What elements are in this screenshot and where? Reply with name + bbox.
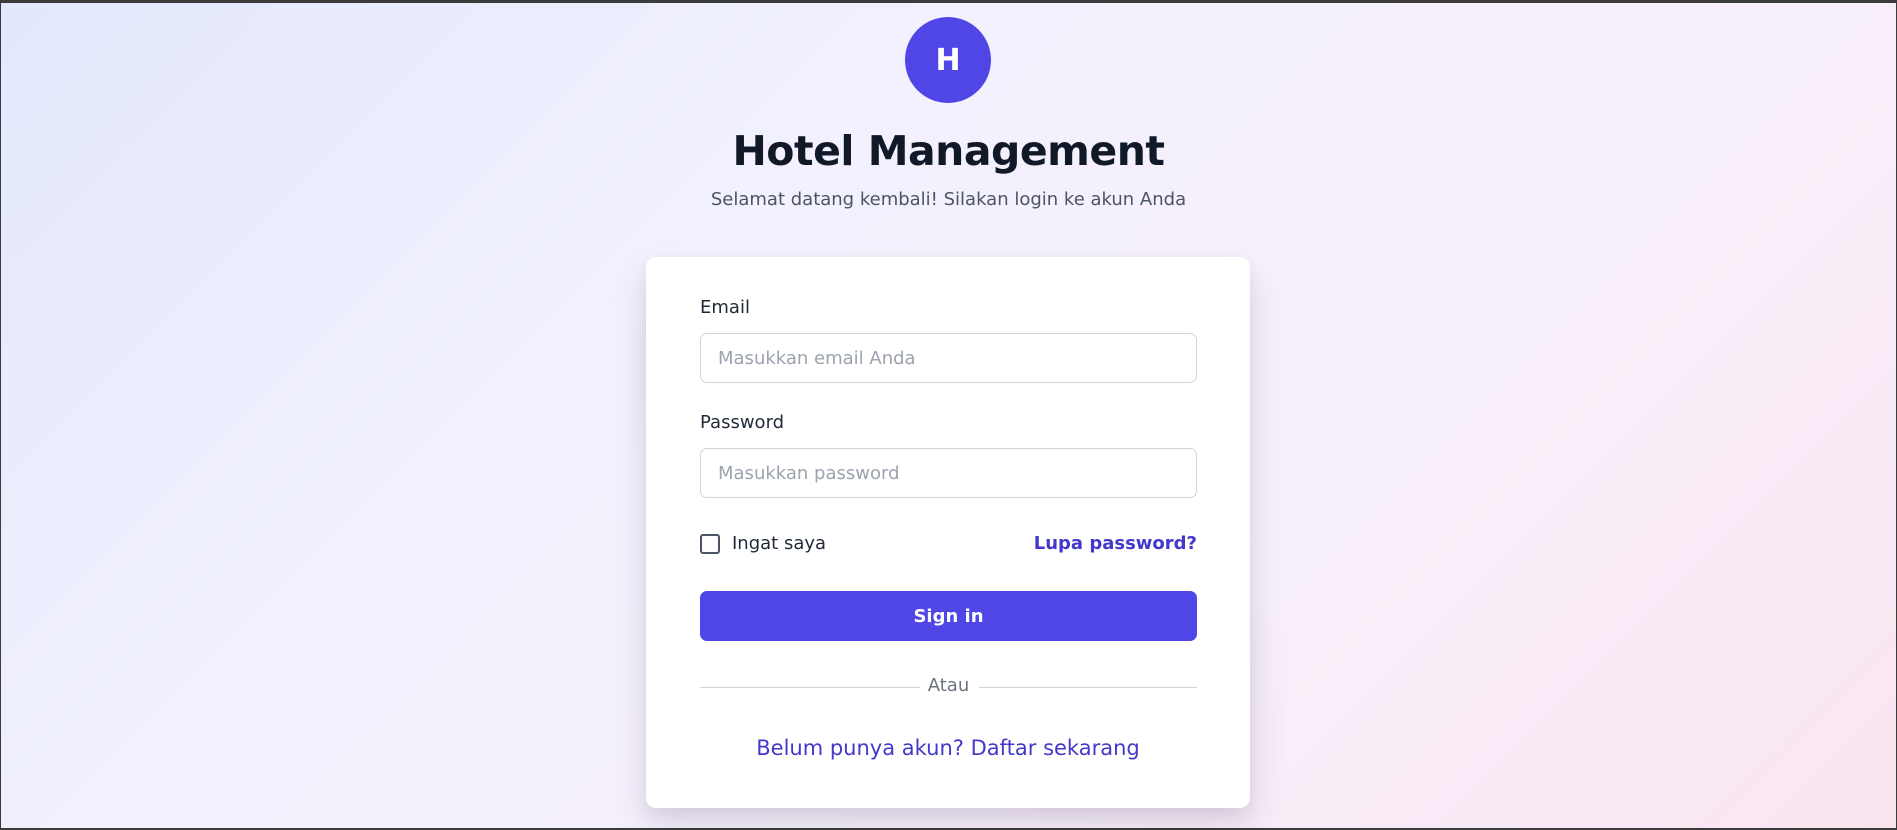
page-title: Hotel Management [732, 127, 1165, 175]
email-label: Email [700, 297, 750, 318]
register-link[interactable]: Belum punya akun? Daftar sekarang [646, 736, 1250, 760]
page-subtitle: Selamat datang kembali! Silakan login ke… [710, 189, 1187, 210]
remember-checkbox[interactable] [700, 533, 720, 554]
app-logo: H [905, 17, 991, 103]
email-field[interactable] [700, 333, 1197, 383]
remember-label: Ingat saya [732, 533, 827, 554]
login-card: Email Password Ingat saya Lupa password?… [646, 257, 1250, 808]
sign-in-button[interactable]: Sign in [700, 591, 1197, 641]
remember-me[interactable]: Ingat saya [700, 533, 826, 554]
forgot-password-link[interactable]: Lupa password? [1034, 533, 1197, 554]
password-field[interactable] [700, 448, 1197, 498]
logo-letter: H [935, 42, 961, 78]
divider-text: Atau [927, 675, 970, 696]
password-label: Password [700, 412, 785, 433]
